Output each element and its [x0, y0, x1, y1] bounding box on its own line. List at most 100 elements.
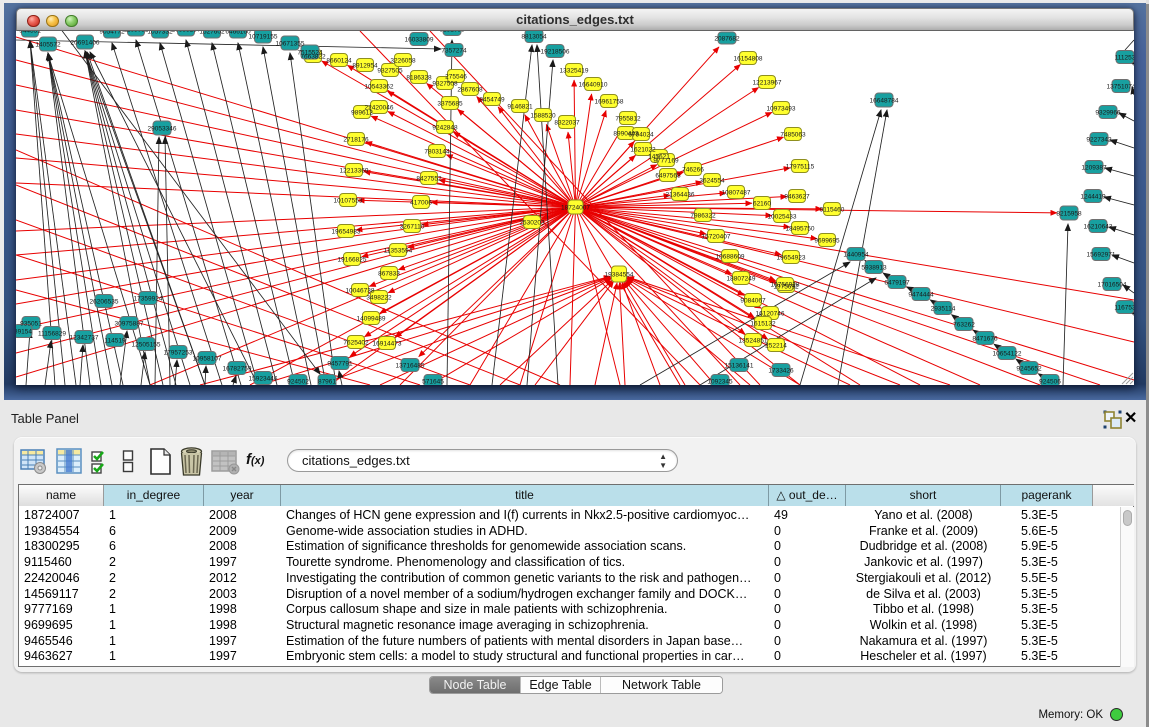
svg-text:763262: 763262	[953, 321, 975, 328]
svg-text:6497568: 6497568	[655, 172, 681, 179]
svg-text:9463627: 9463627	[784, 193, 810, 200]
svg-text:252214: 252214	[765, 342, 787, 349]
svg-text:13716485: 13716485	[396, 362, 425, 369]
svg-text:26206535: 26206535	[90, 298, 119, 305]
svg-text:9115460: 9115460	[820, 206, 845, 213]
svg-text:8471676: 8471676	[972, 335, 998, 342]
svg-text:3375685: 3375685	[437, 100, 463, 107]
svg-text:19166825: 19166825	[338, 256, 367, 263]
svg-text:10958107: 10958107	[193, 355, 222, 362]
svg-text:989612: 989612	[351, 109, 373, 116]
svg-text:10543362: 10543362	[365, 83, 394, 90]
svg-text:12213967: 12213967	[753, 79, 782, 86]
svg-text:7803144: 7803144	[424, 148, 450, 155]
svg-text:10756928: 10756928	[771, 281, 800, 288]
svg-text:10973493: 10973493	[767, 105, 796, 112]
svg-text:2087682: 2087682	[714, 35, 740, 42]
svg-text:8912954: 8912954	[352, 62, 378, 69]
svg-text:11156829: 11156829	[38, 330, 66, 337]
svg-text:2530203: 2530203	[519, 219, 545, 226]
svg-text:1244419: 1244419	[1080, 193, 1106, 200]
svg-text:9474444: 9474444	[908, 291, 934, 298]
svg-text:9329966: 9329966	[1095, 109, 1121, 116]
svg-text:18807249: 18807249	[727, 275, 756, 282]
svg-text:19218506: 19218506	[541, 48, 570, 55]
svg-text:17359924: 17359924	[134, 295, 163, 302]
svg-text:9327505: 9327505	[377, 67, 403, 74]
svg-text:6466160: 6466160	[225, 31, 251, 35]
svg-text:18724007: 18724007	[561, 204, 590, 211]
svg-text:19384554: 19384554	[605, 271, 634, 278]
svg-text:18495750: 18495750	[786, 225, 815, 232]
svg-text:7955812: 7955812	[615, 115, 641, 122]
svg-text:9146821: 9146821	[507, 103, 533, 110]
svg-text:275546: 275546	[445, 73, 467, 80]
svg-text:1440954: 1440954	[843, 251, 869, 258]
svg-text:2718176: 2718176	[343, 136, 369, 143]
svg-text:114519: 114519	[104, 337, 126, 344]
svg-text:9245652: 9245652	[1016, 365, 1042, 372]
svg-text:7357274: 7357274	[441, 47, 467, 54]
svg-text:924502: 924502	[287, 378, 309, 385]
svg-text:7625402: 7625402	[343, 339, 369, 346]
svg-text:924506: 924506	[1039, 378, 1061, 385]
svg-text:9054772: 9054772	[99, 31, 125, 35]
svg-text:16154808: 16154808	[734, 55, 763, 62]
svg-text:1588520: 1588520	[530, 112, 556, 119]
svg-text:1621022: 1621022	[630, 146, 656, 153]
svg-text:16120746: 16120746	[756, 310, 785, 317]
svg-text:2935114: 2935114	[931, 305, 956, 312]
svg-text:10046738: 10046738	[346, 287, 375, 294]
svg-text:8427552: 8427552	[416, 175, 442, 182]
svg-text:571645: 571645	[422, 378, 444, 385]
svg-text:7515524: 7515524	[297, 49, 323, 56]
svg-text:12342737: 12342737	[70, 334, 99, 341]
svg-text:6479197: 6479197	[884, 279, 910, 286]
svg-text:11353594: 11353594	[384, 247, 413, 254]
svg-text:62160: 62160	[753, 200, 771, 207]
svg-text:10654122: 10654122	[993, 350, 1022, 357]
svg-text:9327508: 9327508	[432, 80, 458, 87]
svg-text:13751074: 13751074	[1107, 83, 1134, 90]
svg-text:5938913: 5938913	[861, 264, 887, 271]
svg-text:19654923: 19654923	[777, 254, 806, 261]
svg-text:867833: 867833	[378, 270, 400, 277]
svg-text:1615132: 1615132	[750, 320, 776, 327]
svg-text:10671355: 10671355	[276, 40, 305, 47]
svg-text:17957253: 17957253	[164, 349, 193, 356]
svg-text:1527602: 1527602	[199, 31, 225, 35]
svg-text:12213369: 12213369	[340, 167, 369, 174]
svg-text:39154: 39154	[16, 328, 32, 335]
svg-text:14099489: 14099489	[357, 315, 386, 322]
svg-text:21364436: 21364436	[666, 191, 695, 198]
svg-text:8322037: 8322037	[554, 119, 580, 126]
svg-text:1165081: 1165081	[124, 31, 149, 33]
svg-text:3267110: 3267110	[400, 223, 425, 230]
svg-text:1733426: 1733426	[768, 367, 794, 374]
svg-text:29053346: 29053346	[148, 125, 177, 132]
svg-text:16914473: 16914473	[373, 340, 402, 347]
svg-text:87961: 87961	[318, 378, 336, 385]
svg-text:13325419: 13325419	[560, 67, 589, 74]
svg-text:10553257: 10553257	[172, 31, 201, 33]
svg-text:20691406: 20691406	[71, 39, 100, 46]
svg-text:9242848: 9242848	[432, 124, 458, 131]
svg-text:3226058: 3226058	[390, 57, 416, 64]
svg-text:3624554: 3624554	[699, 177, 725, 184]
svg-text:16033809: 16033809	[405, 36, 434, 43]
svg-text:9131058: 9131058	[439, 31, 465, 33]
svg-text:935051: 935051	[20, 320, 42, 327]
svg-text:9084067: 9084067	[740, 297, 766, 304]
svg-text:8454749: 8454749	[479, 96, 505, 103]
svg-text:16782759: 16782759	[223, 365, 252, 372]
svg-text:15136141: 15136141	[725, 362, 754, 369]
svg-text:16648784: 16648784	[870, 97, 899, 104]
svg-text:9457791: 9457791	[327, 360, 353, 367]
svg-text:19654983: 19654983	[332, 228, 361, 235]
svg-text:9227342: 9227342	[1086, 136, 1112, 143]
svg-text:8660124: 8660124	[326, 57, 352, 64]
svg-text:12505155: 12505155	[132, 341, 161, 348]
svg-text:1405572: 1405572	[35, 41, 61, 48]
svg-text:8813054: 8813054	[521, 33, 547, 40]
svg-text:111253: 111253	[1115, 54, 1134, 61]
